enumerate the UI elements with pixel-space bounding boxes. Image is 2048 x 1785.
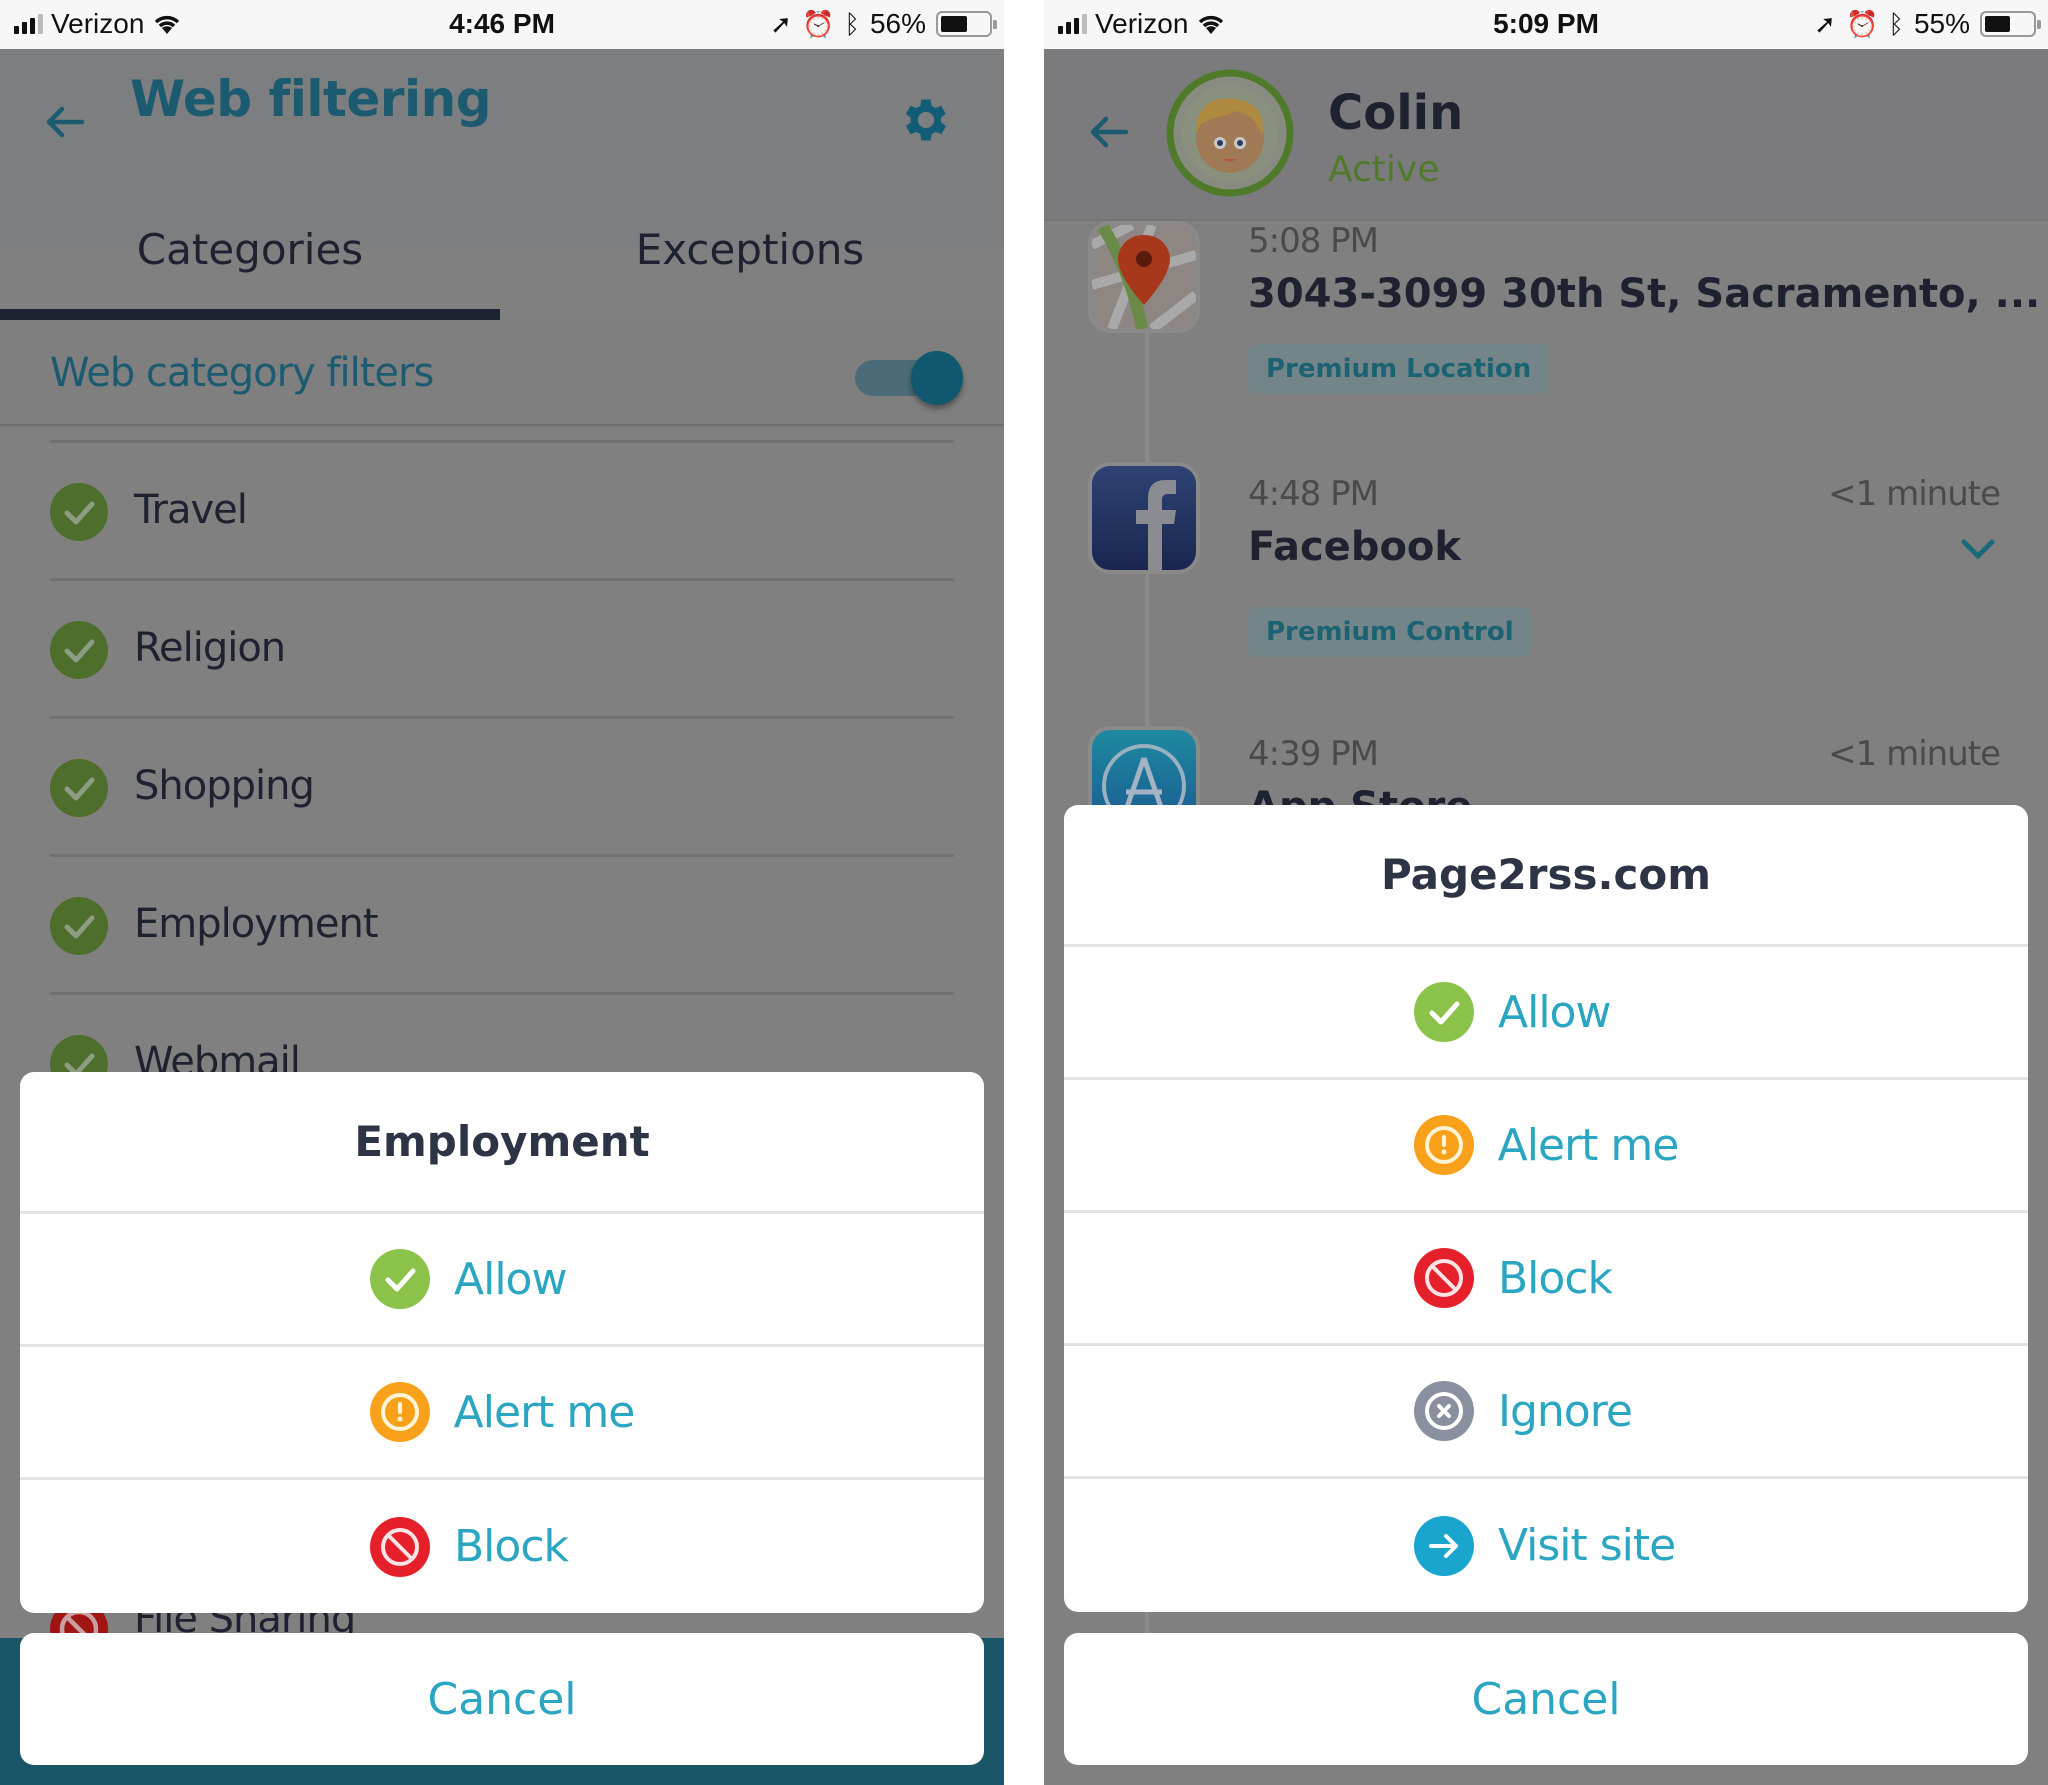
profile-header: Colin Active (1044, 49, 2048, 221)
category-item-travel[interactable]: Travel (50, 440, 954, 578)
check-circle-icon (50, 897, 108, 955)
timeline-time: 5:08 PM (1248, 221, 1379, 261)
filter-toggle-label: Web category filters (50, 350, 434, 396)
child-name: Colin (1328, 85, 1464, 141)
action-sheet: Employment Allow Alert me Block (20, 1072, 984, 1613)
option-alert-me[interactable]: Alert me (1064, 1080, 2028, 1213)
check-circle-icon (50, 621, 108, 679)
page-title: Web filtering (130, 70, 492, 128)
cancel-button[interactable]: Cancel (20, 1633, 984, 1765)
map-pin-icon (1088, 221, 1200, 333)
option-allow[interactable]: Allow (20, 1214, 984, 1347)
option-label: Ignore (1498, 1385, 1633, 1437)
category-item-employment[interactable]: Employment (50, 854, 954, 992)
alert-circle-icon (1413, 1115, 1474, 1175)
right-screen: Verizon 5:09 PM ➚ ⏰ ᛒ 55% Colin Active 5… (1044, 0, 2048, 1785)
premium-badge[interactable]: Premium Control (1248, 607, 1532, 657)
check-circle-icon (1414, 982, 1474, 1042)
alarm-icon: ⏰ (1845, 9, 1879, 39)
battery-icon (1980, 11, 2041, 37)
category-label: Travel (134, 487, 248, 533)
timeline-title: 3043-3099 30th St, Sacramento, ... (1248, 271, 2041, 317)
option-label: Alert me (453, 1386, 636, 1438)
timeline-time: 4:39 PM (1248, 734, 1379, 774)
tab-categories[interactable]: Categories (0, 225, 500, 274)
alert-circle-icon (369, 1382, 430, 1442)
arrow-circle-icon (1414, 1515, 1474, 1576)
option-block[interactable]: Block (20, 1480, 984, 1613)
avatar[interactable] (1166, 69, 1294, 197)
back-arrow-icon[interactable] (40, 97, 90, 147)
battery-percent: 55% (1913, 8, 1970, 39)
option-block[interactable]: Block (1064, 1213, 2028, 1346)
facebook-icon (1088, 462, 1200, 574)
option-label: Allow (454, 1253, 567, 1305)
category-list: Travel Religion Shopping Employment Webm… (50, 440, 954, 1130)
check-circle-icon (50, 483, 108, 541)
option-alert-me[interactable]: Alert me (20, 1347, 984, 1480)
option-label: Block (454, 1521, 569, 1572)
option-label: Allow (1498, 986, 1611, 1038)
category-label: Employment (134, 901, 378, 947)
status-bar: Verizon 4:46 PM ➚ ⏰ ᛒ 56% (0, 0, 1004, 49)
option-visit-site[interactable]: Visit site (1064, 1479, 2028, 1612)
timeline-duration: <1 minute (1828, 734, 2001, 774)
check-circle-icon (370, 1249, 430, 1309)
option-label: Block (1498, 1252, 1613, 1304)
action-sheet: Page2rss.com Allow Alert me Block Ignore… (1064, 805, 2028, 1612)
option-label: Visit site (1498, 1520, 1676, 1571)
child-status: Active (1328, 149, 1440, 190)
premium-badge[interactable]: Premium Location (1248, 344, 1550, 394)
action-sheet-title: Page2rss.com (1064, 805, 2028, 947)
status-bar: Verizon 5:09 PM ➚ ⏰ ᛒ 55% (1044, 0, 2048, 49)
cancel-button[interactable]: Cancel (1064, 1633, 2028, 1765)
timeline-title: Facebook (1248, 524, 1462, 570)
check-circle-icon (50, 759, 108, 817)
category-item-shopping[interactable]: Shopping (50, 716, 954, 854)
battery-icon (936, 11, 997, 37)
action-sheet-title: Employment (20, 1072, 984, 1214)
timeline-duration: <1 minute (1828, 474, 2001, 514)
option-allow[interactable]: Allow (1064, 947, 2028, 1080)
gear-icon[interactable] (898, 92, 954, 148)
block-circle-icon (370, 1516, 430, 1577)
bluetooth-icon: ᛒ (1888, 9, 1904, 39)
category-label: Shopping (134, 763, 315, 809)
left-screen: Verizon 4:46 PM ➚ ⏰ ᛒ 56% Web filtering … (0, 0, 1004, 1785)
bluetooth-icon: ᛒ (844, 9, 860, 39)
battery-percent: 56% (869, 8, 926, 39)
location-arrow-icon: ➚ (1814, 9, 1836, 39)
back-arrow-icon[interactable] (1084, 107, 1134, 157)
option-label: Alert me (1497, 1119, 1680, 1171)
option-ignore[interactable]: Ignore (1064, 1346, 2028, 1479)
chevron-down-icon[interactable] (1958, 534, 1998, 564)
active-tab-indicator (0, 309, 500, 320)
web-category-filters-toggle[interactable] (855, 351, 963, 405)
ignore-circle-icon (1414, 1381, 1474, 1441)
category-label: Religion (134, 625, 286, 671)
alarm-icon: ⏰ (801, 9, 835, 39)
block-circle-icon (1414, 1248, 1474, 1308)
location-arrow-icon: ➚ (770, 9, 792, 39)
category-item-religion[interactable]: Religion (50, 578, 954, 716)
web-category-filters-row: Web category filters (0, 320, 1004, 426)
timeline-time: 4:48 PM (1248, 474, 1379, 514)
tab-exceptions[interactable]: Exceptions (500, 225, 1000, 274)
